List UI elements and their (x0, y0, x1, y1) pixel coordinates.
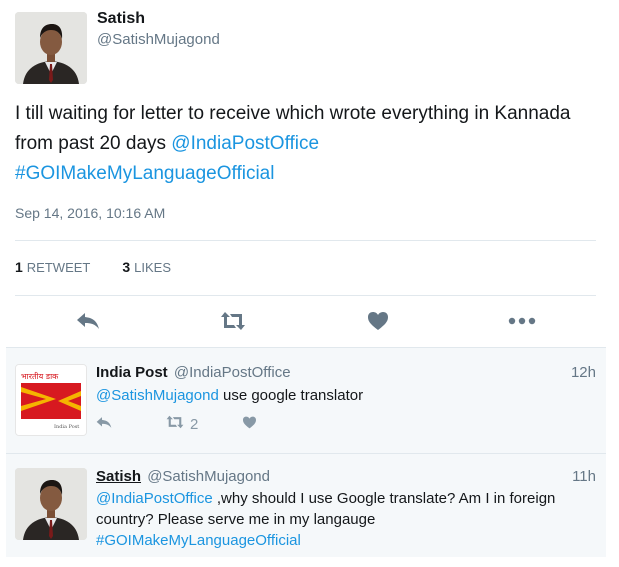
reply-icon (76, 312, 100, 330)
logo-text-english: India Post (54, 424, 79, 430)
divider (15, 240, 596, 241)
author-name[interactable]: Satish (97, 10, 145, 28)
reply-timestamp[interactable]: 11h (572, 468, 596, 485)
reply-header: Satish @SatishMujagond (96, 468, 270, 485)
author-handle[interactable]: @SatishMujagond (147, 468, 270, 485)
like-button[interactable] (242, 416, 257, 433)
tweet-timestamp[interactable]: Sep 14, 2016, 10:16 AM (15, 205, 165, 221)
retweet-count: 2 (190, 415, 199, 433)
reply-text-line2: country? Please serve me in my langauge (96, 511, 376, 528)
avatar[interactable] (15, 12, 87, 84)
retweet-icon (165, 415, 185, 433)
tweet-text: I till waiting for letter to receive whi… (15, 99, 595, 189)
hashtag-link[interactable]: #GOIMakeMyLanguageOfficial (96, 532, 301, 549)
reply-text-line1: ,why should I use Google translate? Am I… (212, 490, 556, 507)
like-label: LIKES (134, 260, 172, 275)
reply-text-body: use google translator (218, 387, 364, 404)
reply-header: India Post @IndiaPostOffice (96, 364, 291, 381)
more-icon (508, 317, 536, 325)
like-icon (242, 416, 257, 433)
main-tweet: Satish @SatishMujagond I till waiting fo… (0, 0, 606, 346)
avatar[interactable] (15, 468, 87, 540)
retweet-count: 1 (15, 259, 23, 275)
author-name[interactable]: India Post (96, 364, 168, 381)
reply-timestamp[interactable]: 12h (571, 364, 596, 381)
divider (15, 295, 596, 296)
reply-text: @SatishMujagond use google translator (96, 385, 596, 406)
reply-tweet[interactable]: Satish @SatishMujagond 11h @IndiaPostOff… (6, 453, 606, 557)
mention-link[interactable]: @IndiaPostOffice (171, 133, 319, 154)
author-name[interactable]: Satish (96, 468, 141, 485)
author-handle[interactable]: @IndiaPostOffice (174, 364, 291, 381)
retweet-stat[interactable]: 1 RETWEET (15, 259, 90, 275)
reply-actions: 2 (96, 414, 257, 434)
mention-link[interactable]: @SatishMujagond (96, 387, 219, 404)
retweet-button[interactable]: 2 (160, 415, 198, 433)
retweet-icon (219, 311, 247, 331)
retweet-label: RETWEET (26, 260, 91, 275)
hashtag-link[interactable]: #GOIMakeMyLanguageOfficial (15, 163, 274, 184)
mention-link[interactable]: @IndiaPostOffice (96, 490, 213, 507)
reply-button[interactable] (74, 310, 102, 332)
reply-tweet[interactable]: भारतीय डाक India Post India Post @IndiaP… (6, 347, 606, 453)
avatar[interactable]: भारतीय डाक India Post (15, 364, 87, 436)
more-button[interactable] (508, 310, 536, 332)
logo-text-hindi: भारतीय डाक (21, 371, 59, 381)
likes-stat[interactable]: 3 LIKES (122, 259, 171, 275)
like-button[interactable] (364, 310, 392, 332)
like-count: 3 (122, 259, 131, 275)
reply-button[interactable] (96, 416, 112, 433)
tweet-stats: 1 RETWEET 3 LIKES (15, 259, 171, 275)
author-handle[interactable]: @SatishMujagond (97, 31, 220, 48)
retweet-button[interactable] (219, 310, 247, 332)
reply-text: @IndiaPostOffice ,why should I use Googl… (96, 488, 596, 551)
reply-icon (96, 416, 112, 433)
like-icon (367, 311, 389, 331)
